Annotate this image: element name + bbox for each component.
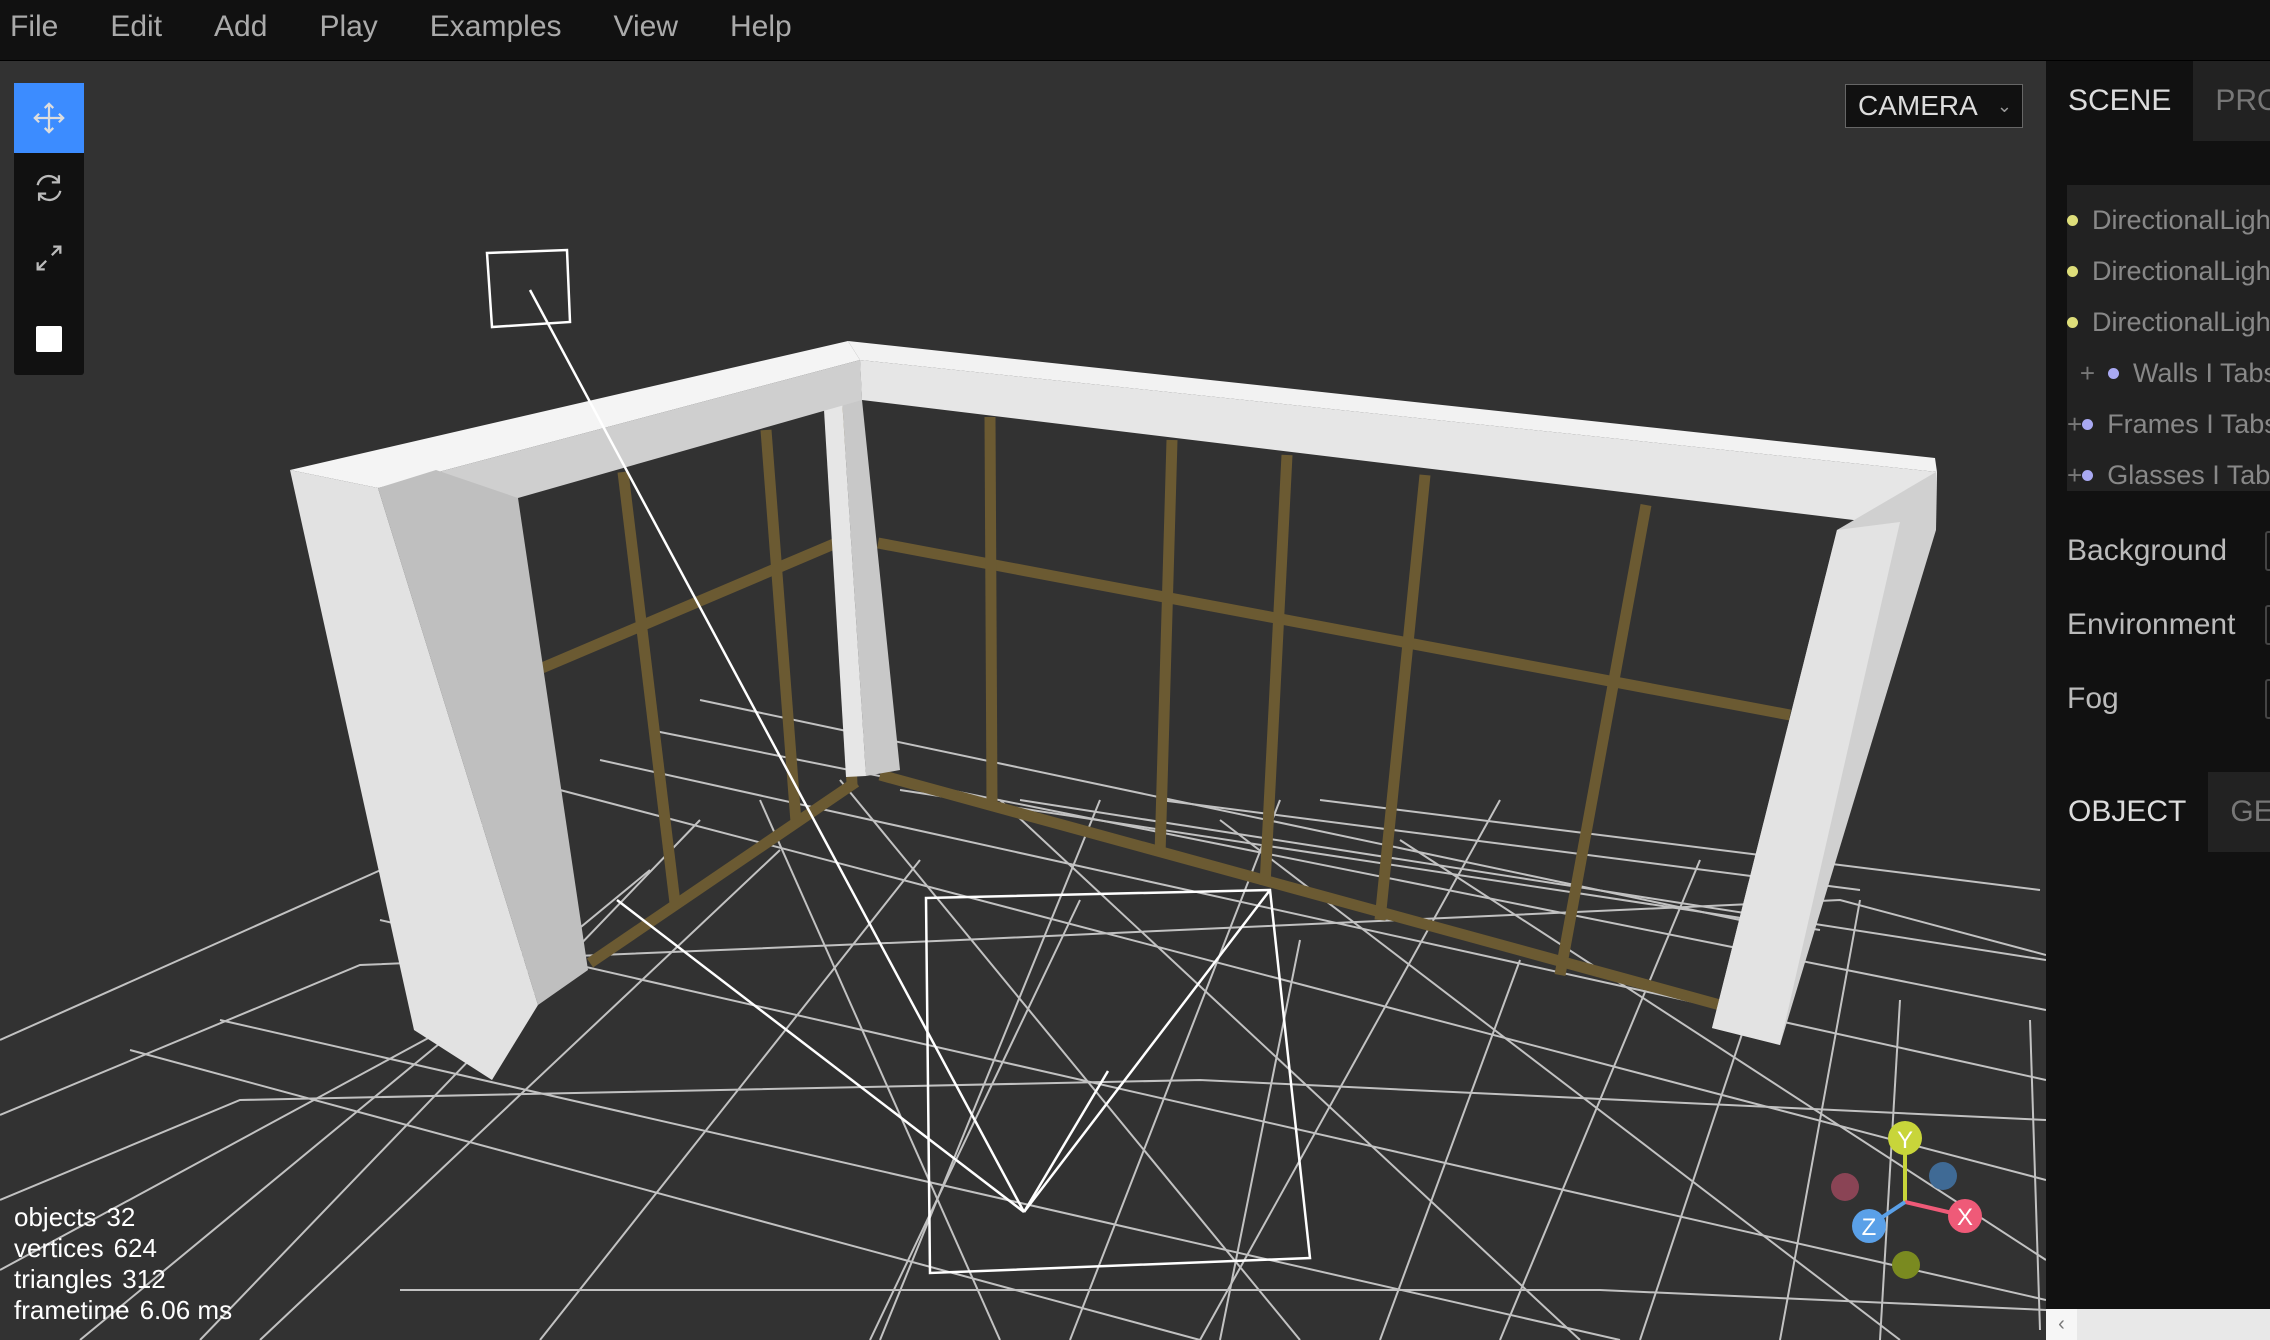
outliner-opener[interactable]: + xyxy=(2067,460,2082,491)
transform-toolbar xyxy=(14,83,84,375)
rotate-icon xyxy=(36,174,62,202)
frame-back xyxy=(876,416,1792,1011)
info-triangles-label: triangles xyxy=(14,1264,113,1294)
outliner-item-label: DirectionalLight xyxy=(2092,205,2270,235)
gizmo-neg-y[interactable] xyxy=(1892,1251,1920,1279)
background-row: Background xyxy=(2067,531,2227,571)
outliner-item[interactable]: DirectionalLight xyxy=(2067,195,2270,246)
menu-help[interactable]: Help xyxy=(704,10,818,50)
local-space-toggle[interactable] xyxy=(14,303,84,375)
light-dot-icon xyxy=(2067,317,2078,328)
menu-edit[interactable]: Edit xyxy=(84,10,188,50)
info-objects-label: objects xyxy=(14,1202,97,1232)
background-select[interactable] xyxy=(2265,531,2270,571)
menu-play[interactable]: Play xyxy=(293,10,403,50)
info-frametime-label: frametime xyxy=(14,1295,130,1325)
fog-row: Fog xyxy=(2067,679,2119,719)
render-info: objects 32 vertices 624 triangles 312 frame… xyxy=(14,1202,232,1326)
checkbox-icon xyxy=(36,326,62,352)
info-objects-value: 32 xyxy=(106,1202,136,1232)
outliner-item[interactable]: DirectionalLight xyxy=(2067,246,2270,297)
gizmo-x-label: X xyxy=(1957,1204,1973,1231)
object-tabs: OBJECT GEOMETRY xyxy=(2046,772,2270,852)
scale-button[interactable] xyxy=(14,223,84,293)
info-triangles: triangles 312 xyxy=(14,1264,232,1295)
horizontal-scrollbar[interactable]: ‹ xyxy=(2046,1309,2270,1340)
camera-select[interactable]: CAMERA ⌄ xyxy=(1845,84,2023,128)
menu-examples[interactable]: Examples xyxy=(404,10,588,50)
outliner-item-label: Frames I Tabs xyxy=(2107,409,2270,439)
outliner-item[interactable]: + Frames I Tabs xyxy=(2067,399,2270,450)
outliner-item-label: DirectionalLight xyxy=(2092,256,2270,286)
tab-scene[interactable]: SCENE xyxy=(2046,61,2194,141)
menu-file[interactable]: File xyxy=(0,10,84,50)
info-vertices: vertices 624 xyxy=(14,1233,232,1264)
outliner-opener[interactable]: + xyxy=(2067,358,2108,389)
info-frametime-value: 6.06 ms xyxy=(139,1295,233,1325)
camera-select-value: CAMERA xyxy=(1858,90,1978,121)
environment-label: Environment xyxy=(2067,608,2236,641)
scale-icon xyxy=(36,245,62,271)
scroll-left-icon[interactable]: ‹ xyxy=(2046,1309,2077,1340)
scene-canvas[interactable]: Y X Z xyxy=(0,61,2046,1340)
outliner-item-label: DirectionalLight xyxy=(2092,307,2270,337)
mesh-dot-icon xyxy=(2082,419,2094,430)
info-objects: objects 32 xyxy=(14,1202,232,1233)
gizmo-y-label: Y xyxy=(1897,1127,1913,1154)
background-label: Background xyxy=(2067,534,2228,567)
translate-icon xyxy=(33,102,65,134)
sidebar-tabs: SCENE PROJECT xyxy=(2046,61,2270,141)
viewport[interactable]: Y X Z CAMERA ⌄ objects 32 vertices 624 t… xyxy=(0,61,2046,1340)
tab-project[interactable]: PROJECT xyxy=(2193,61,2270,141)
outliner-item-label: Glasses I Tabs xyxy=(2107,460,2270,490)
rotate-button[interactable] xyxy=(14,153,84,223)
menu-add[interactable]: Add xyxy=(188,10,293,50)
environment-row: Environment xyxy=(2067,605,2235,645)
menubar: File Edit Add Play Examples View Help xyxy=(0,0,2270,61)
tab-object[interactable]: OBJECT xyxy=(2046,772,2209,852)
outliner-item[interactable]: DirectionalLight xyxy=(2067,297,2270,348)
mesh-dot-icon xyxy=(2107,368,2119,379)
outliner-item-label: Walls I Tabs xyxy=(2132,358,2270,388)
outliner-opener[interactable]: + xyxy=(2067,409,2082,440)
translate-button[interactable] xyxy=(14,83,84,153)
mesh-dot-icon xyxy=(2082,470,2094,481)
gizmo-neg-x[interactable] xyxy=(1831,1173,1859,1201)
gizmo-neg-z[interactable] xyxy=(1929,1162,1957,1190)
info-frametime: frametime 6.06 ms xyxy=(14,1295,232,1326)
info-vertices-label: vertices xyxy=(14,1233,104,1263)
light-dot-icon xyxy=(2067,266,2078,277)
fog-select[interactable] xyxy=(2265,679,2270,719)
scene-outliner[interactable]: DirectionalLight DirectionalLight Direct… xyxy=(2067,185,2270,491)
environment-select[interactable] xyxy=(2265,605,2270,645)
info-vertices-value: 624 xyxy=(113,1233,157,1263)
outliner-item[interactable]: + Walls I Tabs xyxy=(2067,348,2270,399)
chevron-down-icon: ⌄ xyxy=(1996,96,2012,116)
walls xyxy=(290,341,1937,1080)
gizmo-z-label: Z xyxy=(1862,1214,1877,1241)
outliner-item[interactable]: + Glasses I Tabs xyxy=(2067,450,2270,501)
light-dot-icon xyxy=(2067,215,2078,226)
sidebar: SCENE PROJECT DirectionalLight Direction… xyxy=(2046,61,2270,1340)
fog-label: Fog xyxy=(2067,682,2119,715)
frame-left xyxy=(539,404,860,968)
tab-geometry[interactable]: GEOMETRY xyxy=(2208,772,2270,852)
menu-view[interactable]: View xyxy=(588,10,704,50)
info-triangles-value: 312 xyxy=(122,1264,166,1294)
